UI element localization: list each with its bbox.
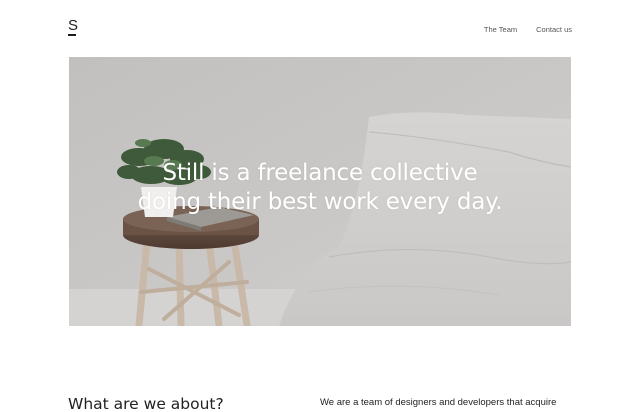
nav-link-the-team[interactable]: The Team [484,25,517,34]
hero-title-line-2: doing their best work every day. [137,189,503,215]
logo-underline [68,34,76,36]
main-nav: The Team Contact us [484,25,572,34]
nav-link-contact-us[interactable]: Contact us [536,25,572,34]
hero-title-line-1: Still is a freelance collective [162,160,478,186]
hero-title: Still is a freelance collective doing th… [69,159,571,217]
about-heading: What are we about? [68,395,224,412]
about-text: We are a team of designers and developer… [320,397,557,408]
page: S The Team Contact us Still is a freelan… [0,0,640,412]
hero-image: Still is a freelance collective doing th… [69,57,571,326]
site-logo[interactable]: S [68,18,78,34]
